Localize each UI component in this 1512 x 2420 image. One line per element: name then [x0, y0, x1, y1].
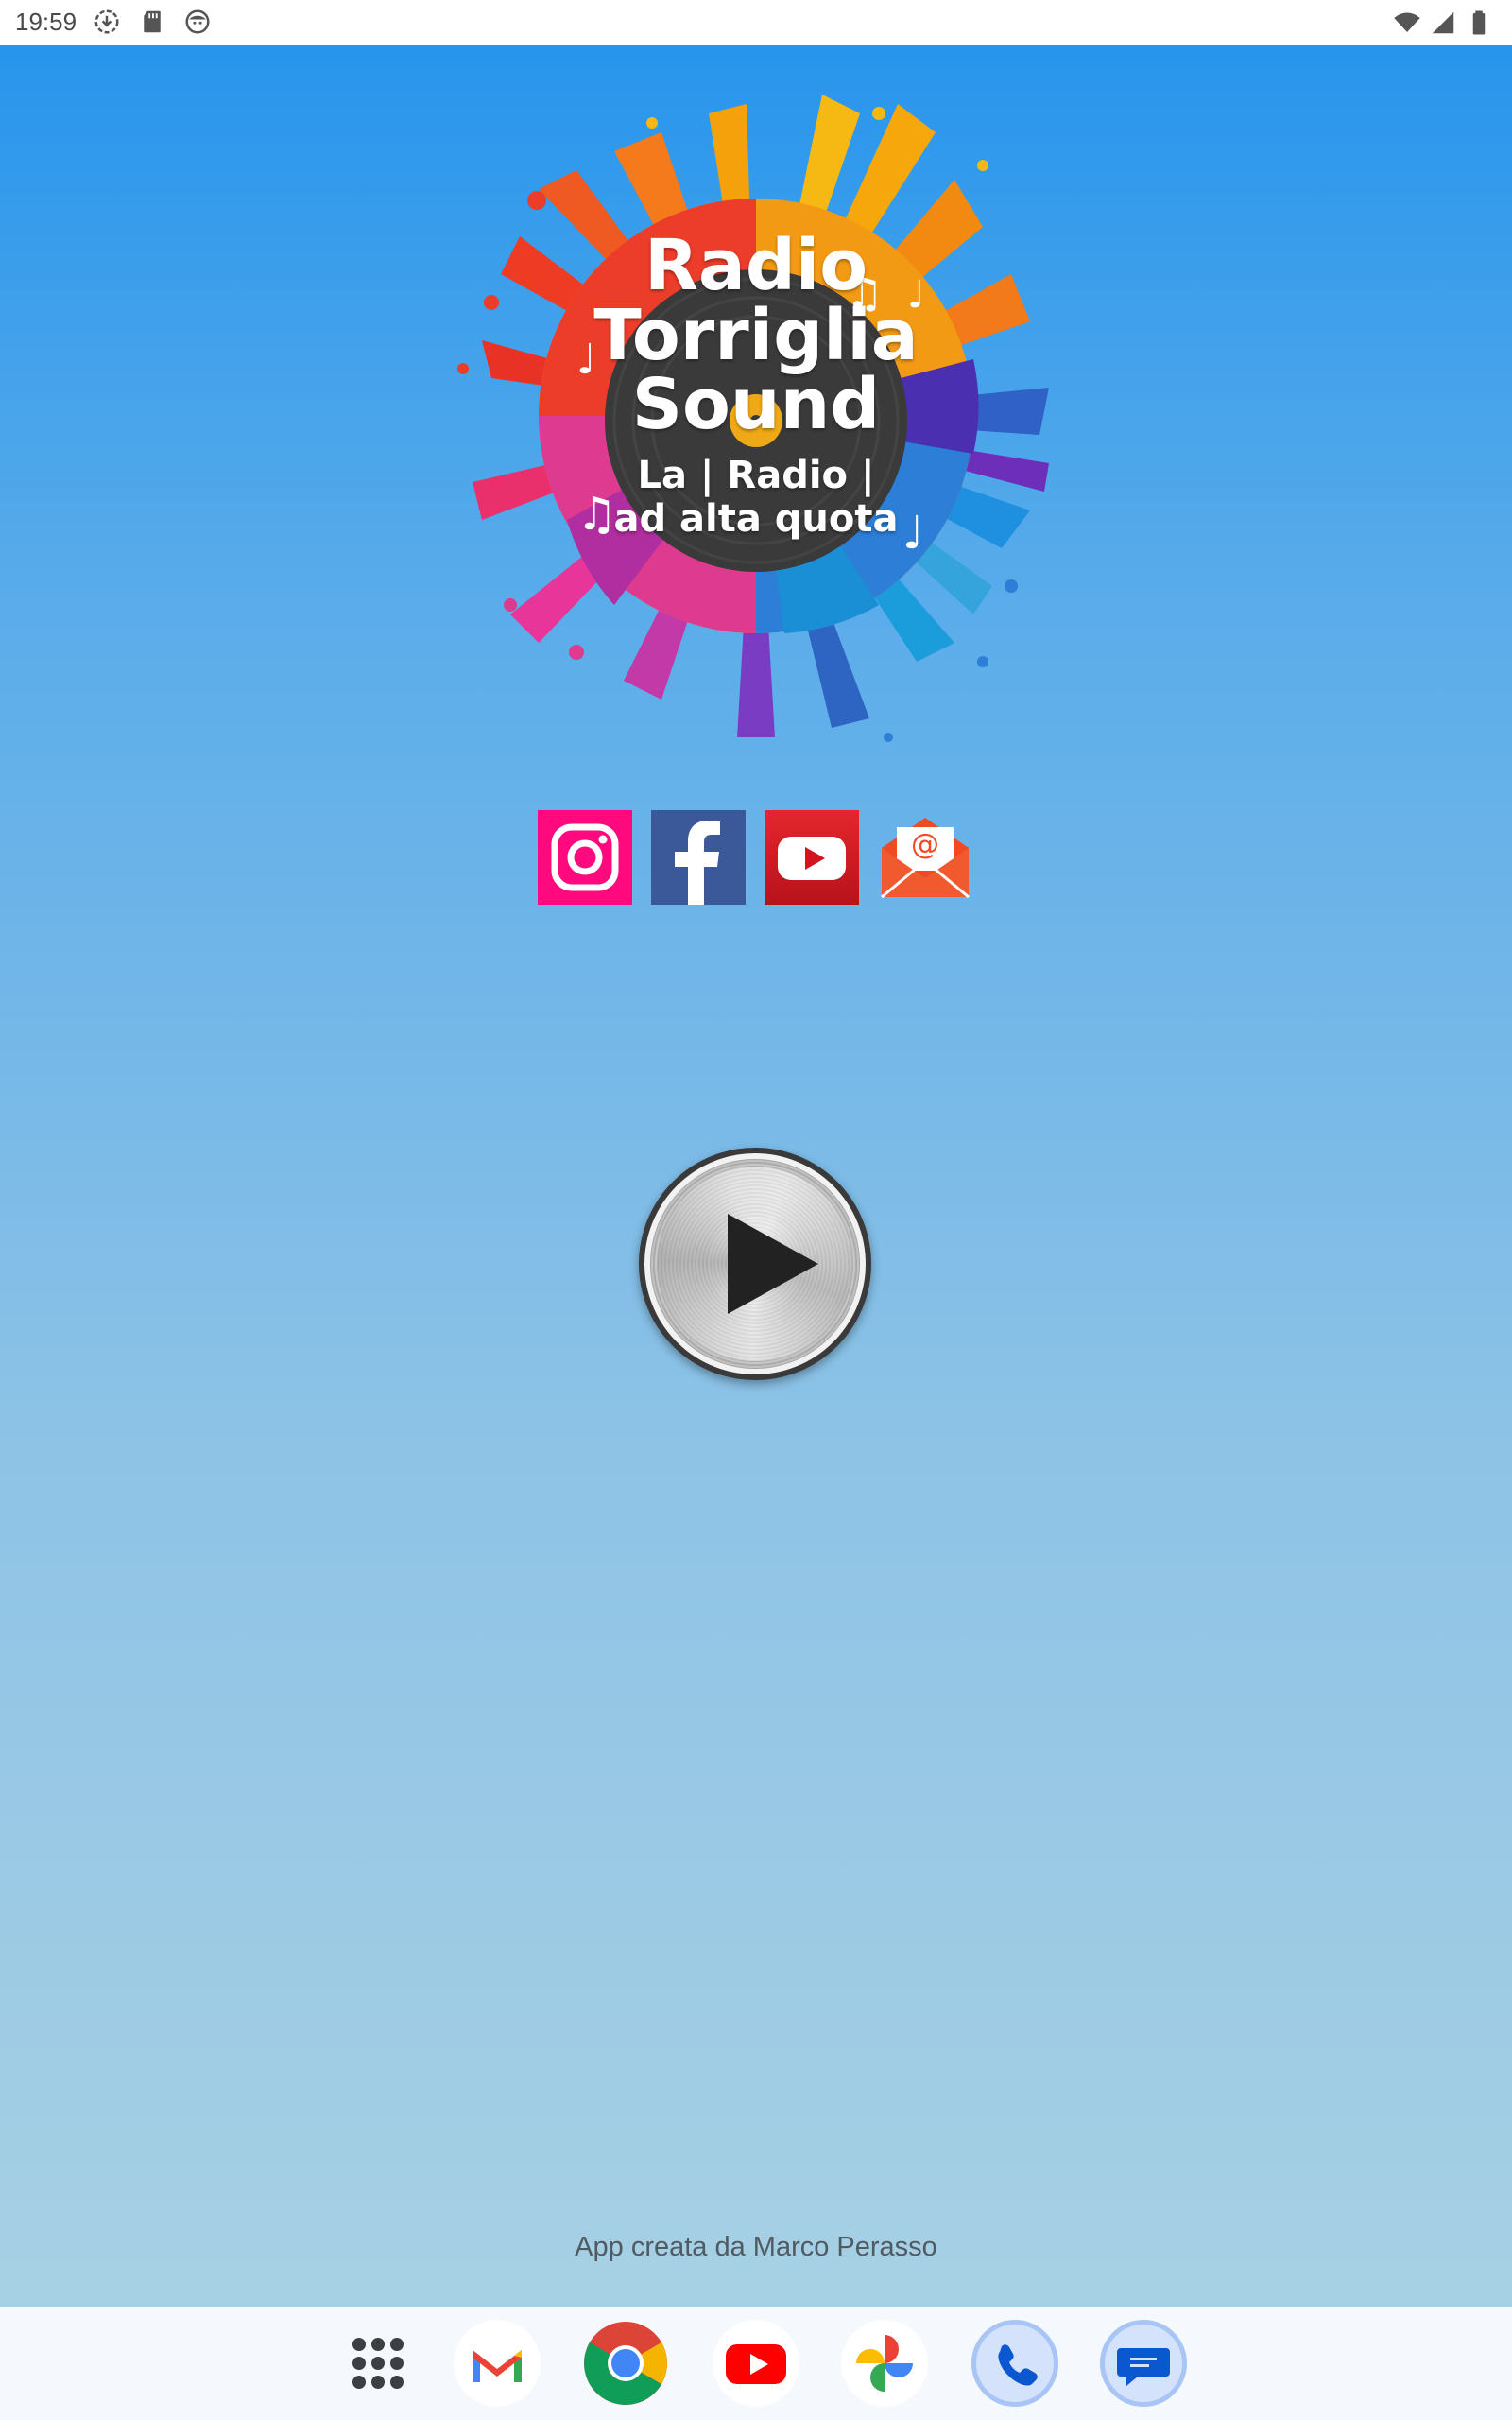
email-icon: @: [881, 818, 970, 899]
instagram-icon: [551, 823, 619, 891]
gmail-app[interactable]: [454, 2320, 541, 2407]
app-drawer-button[interactable]: [335, 2320, 421, 2407]
chrome-icon: [584, 2322, 667, 2405]
app-credit: App creata da Marco Perasso: [575, 2232, 937, 2262]
email-button[interactable]: @: [878, 810, 972, 905]
status-time: 19:59: [15, 8, 77, 36]
phone-icon: [998, 2344, 1038, 2386]
status-icons-left: [93, 8, 212, 36]
status-icons-right: [1393, 9, 1493, 37]
status-bar: 19:59: [0, 0, 1512, 45]
instagram-button[interactable]: [538, 810, 632, 905]
svg-text:@: @: [911, 828, 939, 861]
cell-signal-icon: [1432, 11, 1454, 34]
messages-icon: [1117, 2348, 1170, 2386]
facebook-icon: [675, 821, 720, 905]
messages-app[interactable]: [1100, 2320, 1187, 2407]
play-icon: [728, 1214, 818, 1314]
wifi-icon: [1394, 12, 1420, 32]
facebook-button[interactable]: [651, 810, 746, 905]
app-dock: [0, 2307, 1512, 2420]
gmail-icon: [472, 2350, 522, 2382]
play-button[interactable]: [639, 1148, 871, 1380]
download-status-icon: [94, 9, 119, 34]
youtube-button[interactable]: [765, 810, 859, 905]
sd-card-icon: [144, 10, 161, 33]
photos-icon: [856, 2335, 913, 2392]
phone-app[interactable]: [971, 2320, 1058, 2407]
app-grid-icon: [352, 2338, 404, 2389]
logo-title-line3: Sound: [631, 364, 881, 445]
face-icon: [185, 9, 210, 34]
photos-app[interactable]: [841, 2320, 928, 2407]
social-links: @: [538, 810, 972, 905]
radio-logo: ♩ ♫ ♩ ♫ ♩ Radio Torriglia Sound La | Rad…: [425, 76, 1087, 766]
battery-icon: [1472, 10, 1486, 35]
youtube-app-icon: [726, 2344, 786, 2384]
youtube-icon: [778, 837, 846, 880]
logo-tagline-line2: ad alta quota: [613, 497, 899, 541]
chrome-app[interactable]: [582, 2320, 669, 2407]
logo-tagline-line1: La | Radio |: [637, 454, 875, 497]
youtube-app[interactable]: [713, 2320, 799, 2407]
